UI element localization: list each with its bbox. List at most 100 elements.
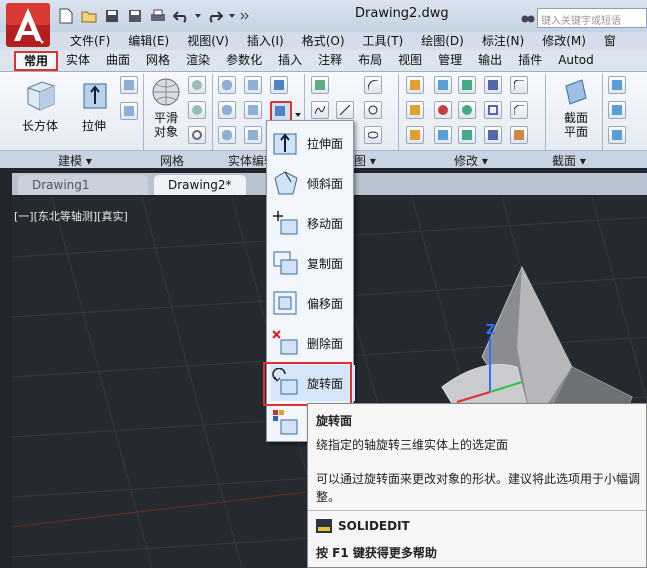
flyout-item-move-faces[interactable]: 移动面 xyxy=(271,205,355,241)
tooltip-command: SOLIDEDIT xyxy=(338,519,410,533)
smooth-object-button[interactable]: 平滑 对象 xyxy=(148,76,184,139)
doc-tab-drawing2[interactable]: Drawing2* xyxy=(154,175,246,195)
taper-face-icon xyxy=(271,168,301,198)
align-icon[interactable] xyxy=(434,126,452,144)
box-button[interactable]: 长方体 xyxy=(18,76,62,134)
menu-item[interactable]: 窗 xyxy=(596,32,626,50)
quick-access-toolbar xyxy=(56,6,251,26)
tab-plugins[interactable]: 插件 xyxy=(510,50,550,71)
view-tool-icon[interactable] xyxy=(608,76,626,94)
menu-item[interactable]: 编辑(E) xyxy=(120,32,179,50)
panel-modify[interactable]: 修改 ▾ xyxy=(454,152,488,169)
tab-insert[interactable]: 插入 xyxy=(270,50,310,71)
line-icon[interactable] xyxy=(336,101,354,119)
union-icon[interactable] xyxy=(218,76,236,94)
intersect-icon[interactable] xyxy=(218,126,236,144)
extrude-face-icon xyxy=(271,128,301,158)
undo-icon[interactable] xyxy=(171,6,191,26)
panel-section[interactable]: 截面 ▾ xyxy=(552,152,586,169)
menu-item[interactable]: 修改(M) xyxy=(534,32,596,50)
flyout-item-delete-faces[interactable]: 删除面 xyxy=(271,325,355,361)
panel-draw[interactable]: 图 ▾ xyxy=(354,152,376,169)
binoculars-icon[interactable] xyxy=(521,10,535,24)
3d-move-icon[interactable] xyxy=(434,76,452,94)
erase-icon[interactable] xyxy=(484,126,502,144)
chamfer-icon[interactable] xyxy=(510,101,528,119)
offset-icon[interactable] xyxy=(484,101,502,119)
array-icon[interactable] xyxy=(484,76,502,94)
search-input[interactable]: 键入关键字或短语 xyxy=(537,8,647,28)
tab-manage[interactable]: 管理 xyxy=(430,50,470,71)
flyout-item-offset-faces[interactable]: 偏移面 xyxy=(271,285,355,321)
redo-icon[interactable] xyxy=(205,6,225,26)
redo-dropdown-icon[interactable] xyxy=(228,6,236,26)
arc-icon[interactable] xyxy=(364,76,382,94)
more-icon[interactable] xyxy=(239,6,251,26)
menu-item[interactable]: 标注(N) xyxy=(474,32,534,50)
interfere-icon[interactable] xyxy=(244,76,262,94)
save-as-icon[interactable] xyxy=(125,6,145,26)
section-plane-button[interactable]: 截面 平面 xyxy=(558,76,594,139)
view-tool-icon[interactable] xyxy=(608,101,626,119)
stretch-icon[interactable] xyxy=(406,126,424,144)
tooltip-detail: 可以通过旋转面来更改对象的形状。建议将此选项用于小幅调 xyxy=(316,472,641,486)
menu-item[interactable]: 格式(O) xyxy=(294,32,355,50)
menu-item[interactable]: 绘图(D) xyxy=(413,32,474,50)
tooltip-divider xyxy=(308,510,646,511)
explode-icon[interactable] xyxy=(510,126,528,144)
tab-solid[interactable]: 实体 xyxy=(58,50,98,71)
save-icon[interactable] xyxy=(102,6,122,26)
tab-parametric[interactable]: 参数化 xyxy=(218,50,270,71)
tab-annotate[interactable]: 注释 xyxy=(310,50,350,71)
undo-dropdown-icon[interactable] xyxy=(194,6,202,26)
tab-view[interactable]: 视图 xyxy=(390,50,430,71)
scale-icon[interactable] xyxy=(458,126,476,144)
rotate-3d-icon[interactable] xyxy=(311,76,329,94)
mesh-add-icon[interactable] xyxy=(188,101,206,119)
doc-tab-drawing1[interactable]: Drawing1 xyxy=(18,175,148,195)
tab-autodesk[interactable]: Autod xyxy=(550,50,601,71)
menu-item[interactable]: 插入(I) xyxy=(239,32,294,50)
polysolid-icon[interactable] xyxy=(120,76,138,94)
move-icon[interactable] xyxy=(406,76,424,94)
rotate-icon[interactable] xyxy=(458,101,476,119)
tab-render[interactable]: 渲染 xyxy=(178,50,218,71)
copy-icon[interactable] xyxy=(406,101,424,119)
view-tool-icon[interactable] xyxy=(608,126,626,144)
print-icon[interactable] xyxy=(148,6,168,26)
flyout-item-taper-faces[interactable]: 倾斜面 xyxy=(271,165,355,201)
3d-rotate-icon[interactable] xyxy=(434,101,452,119)
extrude-button[interactable]: 拉伸 xyxy=(74,76,114,134)
application-menu-button[interactable] xyxy=(6,3,50,47)
mesh-refine-icon[interactable] xyxy=(188,76,206,94)
flyout-item-extrude-faces[interactable]: 拉伸面 xyxy=(271,125,355,161)
slice-icon[interactable] xyxy=(244,101,262,119)
tab-output[interactable]: 输出 xyxy=(470,50,510,71)
open-folder-icon[interactable] xyxy=(79,6,99,26)
viewport-controls-label[interactable]: [一][东北等轴测][真实] xyxy=(14,208,128,224)
mirror-icon[interactable] xyxy=(458,76,476,94)
subtract-icon[interactable] xyxy=(218,101,236,119)
extract-edges-icon[interactable] xyxy=(270,76,288,94)
panel-modeling[interactable]: 建模 ▾ xyxy=(58,152,92,169)
ellipse-icon[interactable] xyxy=(364,126,382,144)
menu-item[interactable]: 工具(T) xyxy=(355,32,414,50)
command-tooltip: 旋转面 绕指定的轴旋转三维实体上的选定面 可以通过旋转面来更改对象的形状。建议将… xyxy=(307,403,647,568)
extrude-icon xyxy=(83,83,107,109)
thicken-icon[interactable] xyxy=(244,126,262,144)
mesh-crease-icon[interactable] xyxy=(188,126,206,144)
circle-icon[interactable] xyxy=(364,101,382,119)
menu-bar: 文件(F) 编辑(E) 视图(V) 插入(I) 格式(O) 工具(T) 绘图(D… xyxy=(0,32,647,50)
panel-mesh[interactable]: 网格 xyxy=(160,152,184,169)
menu-item[interactable]: 文件(F) xyxy=(62,32,120,50)
tab-layout[interactable]: 布局 xyxy=(350,50,390,71)
flyout-item-copy-faces[interactable]: 复制面 xyxy=(271,245,355,281)
tab-home[interactable]: 常用 xyxy=(14,51,59,71)
tab-mesh[interactable]: 网格 xyxy=(138,50,178,71)
tab-surface[interactable]: 曲面 xyxy=(98,50,138,71)
new-file-icon[interactable] xyxy=(56,6,76,26)
menu-item[interactable]: 视图(V) xyxy=(179,32,239,50)
presspull-icon[interactable] xyxy=(120,102,138,120)
spline-icon[interactable] xyxy=(311,101,329,119)
fillet-icon[interactable] xyxy=(510,76,528,94)
